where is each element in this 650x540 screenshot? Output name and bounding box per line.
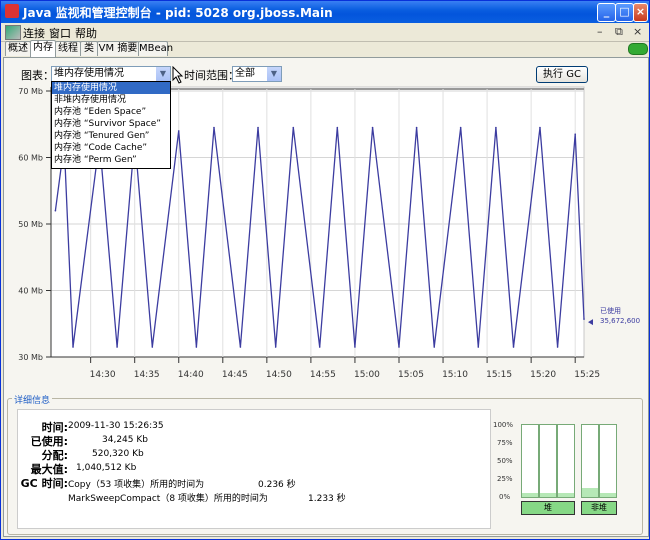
- mouse-cursor-icon: [172, 66, 184, 84]
- x-tick-label: 14:30: [90, 370, 116, 380]
- y-tick-label: 40 Mb: [18, 287, 43, 296]
- x-tick-label: 14:45: [222, 370, 248, 380]
- time-value: 2009-11-30 15:26:35: [68, 421, 164, 431]
- gauge-tick-50: 50%: [497, 457, 513, 465]
- gauge-fill: [558, 493, 574, 497]
- max-value: 1,040,512 Kb: [76, 463, 137, 473]
- dropdown-option-heap[interactable]: 堆内存使用情况: [52, 82, 170, 94]
- series-point: [292, 126, 295, 129]
- series-point: [495, 126, 497, 129]
- dropdown-option-codecache[interactable]: 内存池 “Code Cache”: [52, 142, 170, 154]
- committed-value: 520,320 Kb: [92, 449, 144, 459]
- dropdown-option-permgen[interactable]: 内存池 “Perm Gen”: [52, 154, 170, 166]
- series-point: [459, 126, 462, 129]
- series-point: [415, 126, 418, 129]
- x-tick-label: 15:00: [354, 370, 380, 380]
- nonheap-gauge-button[interactable]: 非堆: [581, 501, 617, 515]
- current-series-value: 35,672,600: [600, 317, 640, 325]
- y-tick-label: 60 Mb: [18, 154, 43, 163]
- series-point: [151, 346, 154, 348]
- gc-copy-text: Copy（53 项收集）所用的时间为: [68, 480, 205, 490]
- series-point: [54, 209, 57, 212]
- current-value-marker-icon: [588, 319, 593, 326]
- series-point: [583, 318, 585, 320]
- series-point: [336, 126, 339, 129]
- gauge-bar-3[interactable]: [557, 424, 575, 498]
- x-tick-label: 14:50: [266, 370, 292, 380]
- gauge-fill: [522, 493, 538, 497]
- x-tick-label: 14:40: [178, 370, 204, 380]
- app-window: Java 监视和管理控制台 - pid: 5028 org.jboss.Main…: [0, 0, 650, 540]
- gc-copy-time: 0.236 秒: [258, 480, 296, 490]
- series-point: [512, 346, 515, 348]
- y-tick-label: 70 Mb: [18, 87, 43, 96]
- x-tick-label: 14:55: [310, 370, 336, 380]
- series-point: [539, 126, 541, 129]
- dropdown-option-tenured[interactable]: 内存池 “Tenured Gen”: [52, 130, 170, 142]
- gauge-tick-75: 75%: [497, 439, 513, 447]
- gauge-tick-100: 100%: [493, 421, 514, 429]
- gauge-fill: [600, 493, 616, 497]
- gauge-tick-0: 0%: [499, 493, 511, 501]
- heap-gauge-button[interactable]: 堆: [521, 501, 575, 515]
- gauge-bar-5[interactable]: [599, 424, 617, 498]
- series-point: [116, 346, 118, 348]
- current-series-label: 已使用: [600, 306, 621, 315]
- x-tick-label: 14:35: [134, 370, 160, 380]
- dropdown-option-survivor[interactable]: 内存池 “Survivor Space”: [52, 118, 170, 130]
- series-point: [477, 346, 480, 348]
- chart-dropdown-list[interactable]: 堆内存使用情况 非堆内存使用情况 内存池 “Eden Space” 内存池 “S…: [51, 81, 171, 169]
- x-tick-label: 15:05: [398, 370, 424, 380]
- gauge-fill: [540, 493, 556, 497]
- gauge-bar-2[interactable]: [539, 424, 557, 498]
- x-tick-label: 15:10: [442, 370, 468, 380]
- x-tick-label: 15:25: [574, 370, 600, 380]
- series-point: [398, 346, 400, 348]
- series-point: [371, 126, 374, 129]
- memory-chart: 30 Mb 40 Mb 50 Mb 60 Mb 70 Mb 14:30 14:35 14:40…: [18, 86, 640, 380]
- series-point: [556, 346, 559, 348]
- details-title: 详细信息: [12, 393, 53, 406]
- series-point: [195, 346, 198, 348]
- dropdown-option-eden[interactable]: 内存池 “Eden Space”: [52, 106, 170, 118]
- y-tick-label: 30 Mb: [18, 353, 43, 362]
- series-point: [257, 126, 259, 129]
- used-value: 34,245 Kb: [102, 435, 148, 445]
- gauge-tick-25: 25%: [497, 475, 513, 483]
- series-point: [239, 346, 242, 348]
- gc-time-label: GC 时间:: [20, 477, 68, 490]
- series-point: [213, 126, 215, 129]
- gauge-bar-4[interactable]: [581, 424, 599, 498]
- series-point: [72, 346, 74, 348]
- details-box: 时间: 2009-11-30 15:26:35 已使用: 34,245 Kb 分…: [17, 409, 491, 529]
- memory-pool-gauges: 100% 75% 50% 25% 0% 堆 非堆: [491, 411, 631, 519]
- series-point: [274, 346, 277, 348]
- y-tick-label: 50 Mb: [18, 220, 43, 229]
- dropdown-option-nonheap[interactable]: 非堆内存使用情况: [52, 94, 170, 106]
- series-point: [177, 130, 180, 132]
- x-tick-label: 15:15: [486, 370, 512, 380]
- x-tick-label: 15:20: [530, 370, 556, 380]
- series-point: [574, 133, 576, 136]
- gauge-bar-1[interactable]: [521, 424, 539, 498]
- gc-marksweep-text: MarkSweepCompact（8 项收集）所用的时间为: [68, 494, 268, 504]
- series-point: [354, 346, 356, 348]
- gc-marksweep-time: 1.233 秒: [308, 494, 346, 504]
- gauge-fill: [582, 488, 598, 497]
- series-point: [433, 346, 436, 348]
- series-point: [318, 346, 321, 348]
